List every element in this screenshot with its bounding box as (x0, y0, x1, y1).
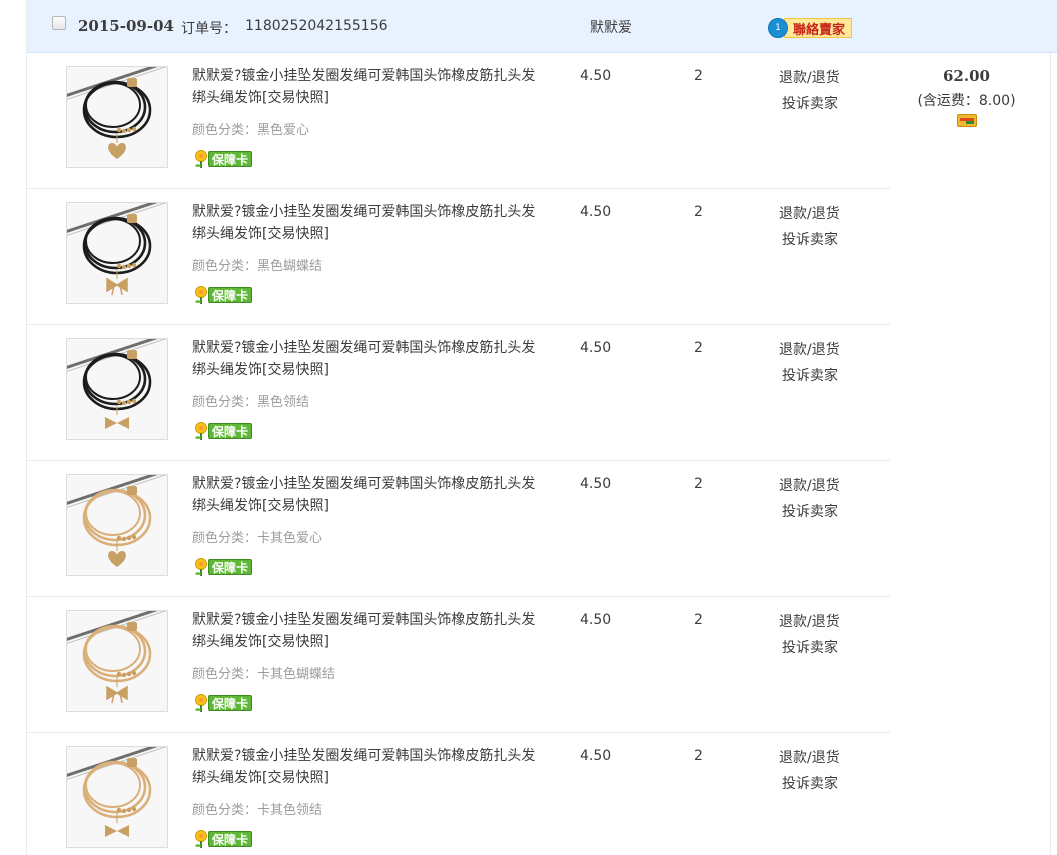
guarantee-card-badge[interactable]: 保障卡 (192, 829, 253, 849)
guarantee-card-badge[interactable]: 保障卡 (192, 557, 253, 577)
complain-seller-link[interactable]: 投诉卖家 (782, 229, 838, 249)
quantity: 2 (694, 476, 703, 492)
product-thumbnail[interactable] (66, 202, 168, 304)
flower-icon (195, 558, 207, 576)
product-title-link[interactable]: 默默爱?镀金小挂坠发圈发绳可爱韩国头饰橡皮筋扎头发绑头绳发饰[交易快照] (192, 201, 542, 245)
order-date: 2015-09-04 (78, 17, 174, 35)
flower-icon (195, 150, 207, 168)
product-thumbnail[interactable] (66, 474, 168, 576)
unit-price: 4.50 (580, 612, 612, 628)
refund-return-link[interactable]: 退款/退货 (779, 339, 840, 359)
refund-return-link[interactable]: 退款/退货 (779, 747, 840, 767)
seller-name[interactable]: 默默爱 (590, 17, 632, 37)
complain-seller-link[interactable]: 投诉卖家 (782, 637, 838, 657)
quantity: 2 (694, 204, 703, 220)
order-item-row: 默默爱?镀金小挂坠发圈发绳可爱韩国头饰橡皮筋扎头发绑头绳发饰[交易快照] 颜色分… (27, 733, 890, 855)
refund-return-link[interactable]: 退款/退货 (779, 611, 840, 631)
product-thumbnail[interactable] (66, 610, 168, 712)
contact-seller-label: 聯絡賣家 (784, 18, 853, 38)
right-border (1050, 0, 1051, 855)
quantity: 2 (694, 612, 703, 628)
order-number: 1180252042155156 (245, 18, 388, 34)
product-title-link[interactable]: 默默爱?镀金小挂坠发圈发绳可爱韩国头饰橡皮筋扎头发绑头绳发饰[交易快照] (192, 745, 542, 789)
quantity: 2 (694, 68, 703, 84)
order-select-checkbox[interactable] (52, 16, 66, 30)
refund-return-link[interactable]: 退款/退货 (779, 475, 840, 495)
order-total-column: 62.00 (含运费：8.00) (890, 53, 1050, 855)
product-thumbnail[interactable] (66, 338, 168, 440)
order-item-row: 默默爱?镀金小挂坠发圈发绳可爱韩国头饰橡皮筋扎头发绑头绳发饰[交易快照] 颜色分… (27, 53, 890, 189)
complain-seller-link[interactable]: 投诉卖家 (782, 93, 838, 113)
product-thumbnail[interactable] (66, 746, 168, 848)
product-sku: 颜色分类：黑色爱心 (192, 123, 310, 138)
product-sku: 颜色分类：卡其色爱心 (192, 531, 323, 546)
product-title-link[interactable]: 默默爱?镀金小挂坠发圈发绳可爱韩国头饰橡皮筋扎头发绑头绳发饰[交易快照] (192, 337, 542, 381)
product-sku: 颜色分类：黑色蝴蝶结 (192, 259, 323, 274)
order-item-row: 默默爱?镀金小挂坠发圈发绳可爱韩国头饰橡皮筋扎头发绑头绳发饰[交易快照] 颜色分… (27, 461, 890, 597)
hair-tie-image (67, 611, 167, 711)
unit-price: 4.50 (580, 204, 612, 220)
quantity: 2 (694, 748, 703, 764)
contact-seller-button[interactable]: 1 聯絡賣家 (768, 17, 853, 39)
quantity: 2 (694, 340, 703, 356)
order-item-row: 默默爱?镀金小挂坠发圈发绳可爱韩国头饰橡皮筋扎头发绑头绳发饰[交易快照] 颜色分… (27, 189, 890, 325)
guarantee-card-badge[interactable]: 保障卡 (192, 421, 253, 441)
flower-icon (195, 830, 207, 848)
flower-icon (195, 422, 207, 440)
credit-card-icon[interactable] (957, 114, 977, 127)
guarantee-card-badge[interactable]: 保障卡 (192, 285, 253, 305)
unit-price: 4.50 (580, 340, 612, 356)
refund-return-link[interactable]: 退款/退货 (779, 203, 840, 223)
guarantee-card-badge[interactable]: 保障卡 (192, 693, 253, 713)
refund-return-link[interactable]: 退款/退货 (779, 67, 840, 87)
flower-icon (195, 694, 207, 712)
unit-price: 4.50 (580, 476, 612, 492)
order-number-label: 订单号： (181, 21, 237, 37)
hair-tie-image (67, 67, 167, 167)
order-total: 62.00 (943, 67, 990, 85)
unit-price: 4.50 (580, 68, 612, 84)
hair-tie-image (67, 475, 167, 575)
complain-seller-link[interactable]: 投诉卖家 (782, 773, 838, 793)
unit-price: 4.50 (580, 748, 612, 764)
order-header: 2015-09-04 订单号： 1180252042155156 默默爱 1 聯… (27, 0, 1057, 53)
shipping-fee: (含运费：8.00) (917, 93, 1016, 109)
product-title-link[interactable]: 默默爱?镀金小挂坠发圈发绳可爱韩国头饰橡皮筋扎头发绑头绳发饰[交易快照] (192, 473, 542, 517)
chat-bubble-icon: 1 (768, 18, 788, 38)
complain-seller-link[interactable]: 投诉卖家 (782, 501, 838, 521)
product-thumbnail[interactable] (66, 66, 168, 168)
complain-seller-link[interactable]: 投诉卖家 (782, 365, 838, 385)
flower-icon (195, 286, 207, 304)
order-item-row: 默默爱?镀金小挂坠发圈发绳可爱韩国头饰橡皮筋扎头发绑头绳发饰[交易快照] 颜色分… (27, 325, 890, 461)
product-sku: 颜色分类：卡其色领结 (192, 803, 323, 818)
hair-tie-image (67, 339, 167, 439)
hair-tie-image (67, 747, 167, 847)
product-title-link[interactable]: 默默爱?镀金小挂坠发圈发绳可爱韩国头饰橡皮筋扎头发绑头绳发饰[交易快照] (192, 65, 542, 109)
guarantee-card-badge[interactable]: 保障卡 (192, 149, 253, 169)
hair-tie-image (67, 203, 167, 303)
order-item-row: 默默爱?镀金小挂坠发圈发绳可爱韩国头饰橡皮筋扎头发绑头绳发饰[交易快照] 颜色分… (27, 597, 890, 733)
product-sku: 颜色分类：卡其色蝴蝶结 (192, 667, 336, 682)
product-title-link[interactable]: 默默爱?镀金小挂坠发圈发绳可爱韩国头饰橡皮筋扎头发绑头绳发饰[交易快照] (192, 609, 542, 653)
product-sku: 颜色分类：黑色领结 (192, 395, 310, 410)
